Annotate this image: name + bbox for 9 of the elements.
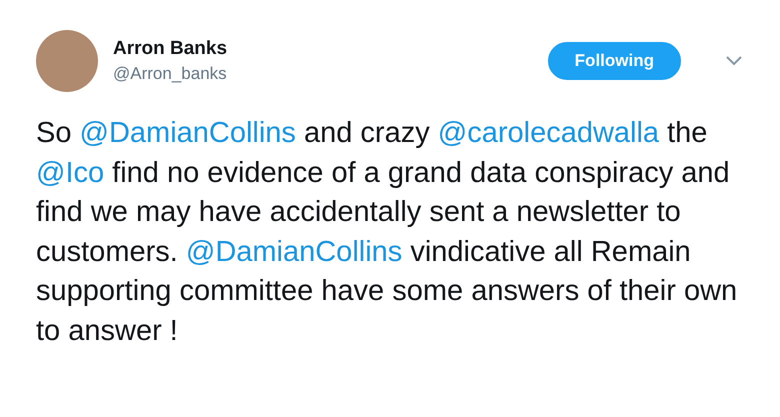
author-handle: @Arron_banks xyxy=(113,64,228,84)
chevron-down-icon[interactable] xyxy=(726,56,742,66)
author-name: Arron Banks xyxy=(113,38,228,60)
mention-link[interactable]: @DamianCollins xyxy=(186,236,402,268)
mention-link[interactable]: @DamianCollins xyxy=(80,117,296,149)
mention-link[interactable]: @carolecadwalla xyxy=(438,117,660,149)
mention-link[interactable]: @Ico xyxy=(36,156,104,188)
tweet-text: So @DamianCollins and crazy @carolecadwalla the @Ico find no evidence of a grand data conspiracy and find we may have accidentally sent a newsletter to customers. @DamianCollins vindicative all Remain supporting committee have some answers of their own to answer ! xyxy=(36,116,738,348)
following-button[interactable]: Following xyxy=(548,42,681,80)
